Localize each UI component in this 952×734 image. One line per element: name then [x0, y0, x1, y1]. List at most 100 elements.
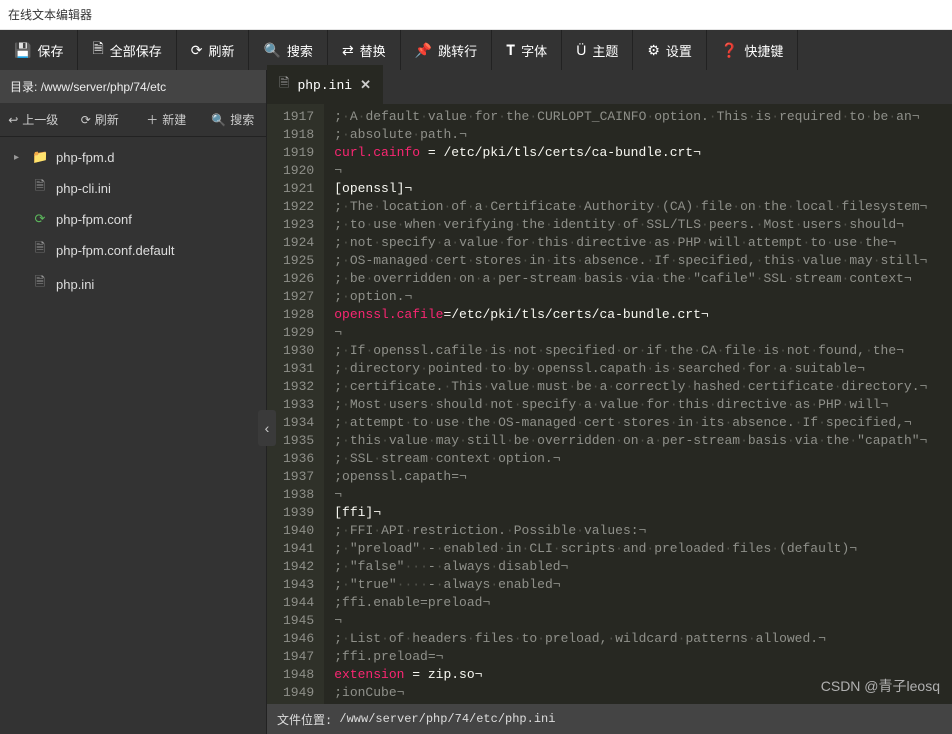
theme-button[interactable]: Ü主题 — [562, 30, 633, 70]
line-number: 1943 — [283, 576, 314, 594]
sidebar-collapse-handle[interactable]: ‹ — [258, 410, 276, 446]
up-level-button[interactable]: ↩上一级 — [0, 103, 67, 136]
directory-label: 目录: — [10, 80, 37, 94]
goto-icon: 📌 — [415, 42, 432, 59]
code-line: ;·A·default·value·for·the·CURLOPT_CAINFO… — [334, 108, 942, 126]
code-line: openssl.cafile=/etc/pki/tls/certs/ca-bun… — [334, 306, 942, 324]
line-number: 1919 — [283, 144, 314, 162]
line-number: 1927 — [283, 288, 314, 306]
line-number: 1917 — [283, 108, 314, 126]
line-number: 1923 — [283, 216, 314, 234]
tree-item-label: php-fpm.conf.default — [56, 243, 175, 258]
up-icon: ↩ — [8, 113, 18, 127]
save-all-button[interactable]: 🗎全部保存 — [78, 30, 176, 70]
refresh-icon: ⟳ — [81, 113, 91, 127]
line-number: 1941 — [283, 540, 314, 558]
search-icon: 🔍 — [211, 113, 226, 127]
tree-item-php-cli-ini[interactable]: 🗎 php-cli.ini — [0, 171, 266, 205]
line-number: 1928 — [283, 306, 314, 324]
code-line: ;·to·use·when·verifying·the·identity·of·… — [334, 216, 942, 234]
code-line: ;·not·specify·a·value·for·this·directive… — [334, 234, 942, 252]
code-line: ;·"false"···-·always·disabled¬ — [334, 558, 942, 576]
code-line: ;·OS-managed·cert·stores·in·its·absence.… — [334, 252, 942, 270]
line-number: 1945 — [283, 612, 314, 630]
tab-php-ini[interactable]: 🗎 php.ini ✕ — [267, 65, 383, 104]
code-line: [ffi]¬ — [334, 504, 942, 522]
editor-area: 🗎 php.ini ✕ 1917191819191920192119221923… — [267, 70, 952, 734]
directory-path: /www/server/php/74/etc — [41, 80, 166, 94]
font-button[interactable]: 𝐓字体 — [492, 30, 562, 70]
code-line: ¬ — [334, 612, 942, 630]
code-viewport[interactable]: 1917191819191920192119221923192419251926… — [267, 104, 952, 704]
replace-button[interactable]: ⇄替换 — [328, 30, 401, 70]
line-number: 1933 — [283, 396, 314, 414]
watermark: CSDN @青子leosq — [821, 676, 940, 696]
main-toolbar: 💾保存 🗎全部保存 ⟳刷新 🔍搜索 ⇄替换 📌跳转行 𝐓字体 Ü主题 ⚙设置 ❓… — [0, 30, 952, 70]
file-icon: 🗎 — [279, 74, 289, 96]
code-line: ;·be·overridden·on·a·per-stream·basis·vi… — [334, 270, 942, 288]
goto-line-button[interactable]: 📌跳转行 — [401, 30, 492, 70]
line-number: 1926 — [283, 270, 314, 288]
line-number: 1934 — [283, 414, 314, 432]
line-number: 1930 — [283, 342, 314, 360]
line-number: 1921 — [283, 180, 314, 198]
search-button[interactable]: 🔍搜索 — [249, 30, 327, 70]
code-line: ;·option.¬ — [334, 288, 942, 306]
shortcuts-button[interactable]: ❓快捷键 — [707, 30, 798, 70]
tree-item-php-ini[interactable]: 🗎 php.ini — [0, 267, 266, 301]
refresh-button[interactable]: ⟳刷新 — [177, 30, 250, 70]
settings-button[interactable]: ⚙设置 — [633, 30, 707, 70]
line-number: 1940 — [283, 522, 314, 540]
app-title: 在线文本编辑器 — [0, 0, 952, 30]
sidebar: 目录: /www/server/php/74/etc ↩上一级 ⟳刷新 ＋新建 … — [0, 70, 267, 734]
save-button[interactable]: 💾保存 — [0, 30, 78, 70]
tree-item-label: php-cli.ini — [56, 181, 111, 196]
tree-item-label: php.ini — [56, 277, 94, 292]
line-number: 1948 — [283, 666, 314, 684]
line-number: 1942 — [283, 558, 314, 576]
code-content[interactable]: ;·A·default·value·for·the·CURLOPT_CAINFO… — [324, 104, 952, 704]
sync-icon: ⟳ — [32, 211, 48, 227]
code-line: ¬ — [334, 162, 942, 180]
file-tree: ▸📁php-fpm.d🗎php-cli.ini⟳php-fpm.conf🗎php… — [0, 137, 266, 734]
code-line: ;·"preload"·-·enabled·in·CLI·scripts·and… — [334, 540, 942, 558]
help-icon: ❓ — [721, 42, 738, 59]
sidebar-search-button[interactable]: 🔍搜索 — [200, 103, 267, 136]
search-icon: 🔍 — [263, 42, 280, 59]
line-gutter: 1917191819191920192119221923192419251926… — [267, 104, 324, 704]
tree-item-php-fpm-d[interactable]: ▸📁php-fpm.d — [0, 143, 266, 171]
file-icon: 🗎 — [32, 273, 48, 295]
code-line: ;·FFI·API·restriction.·Possible·values:¬ — [334, 522, 942, 540]
tree-item-label: php-fpm.conf — [56, 212, 132, 227]
line-number: 1922 — [283, 198, 314, 216]
code-line: ;·List·of·headers·files·to·preload,·wild… — [334, 630, 942, 648]
code-line: curl.cainfo = /etc/pki/tls/certs/ca-bund… — [334, 144, 942, 162]
code-line: ;ffi.preload=¬ — [334, 648, 942, 666]
folder-icon: 📁 — [32, 149, 48, 165]
theme-icon: Ü — [576, 42, 586, 58]
tab-label: php.ini — [297, 78, 352, 93]
line-number: 1935 — [283, 432, 314, 450]
code-line: [openssl]¬ — [334, 180, 942, 198]
font-icon: 𝐓 — [506, 42, 515, 59]
sidebar-toolbar: ↩上一级 ⟳刷新 ＋新建 🔍搜索 — [0, 103, 266, 137]
code-line: ;·"true"····-·always·enabled¬ — [334, 576, 942, 594]
file-icon: 🗎 — [32, 177, 48, 199]
code-line: ;·attempt·to·use·the·OS-managed·cert·sto… — [334, 414, 942, 432]
line-number: 1929 — [283, 324, 314, 342]
new-file-button[interactable]: ＋新建 — [133, 103, 200, 136]
status-label: 文件位置: — [277, 711, 332, 728]
tree-item-php-fpm-conf-default[interactable]: 🗎php-fpm.conf.default — [0, 233, 266, 267]
caret-icon: ▸ — [14, 152, 24, 163]
gear-icon: ⚙ — [647, 42, 660, 59]
line-number: 1944 — [283, 594, 314, 612]
line-number: 1946 — [283, 630, 314, 648]
close-icon[interactable]: ✕ — [360, 78, 371, 93]
line-number: 1918 — [283, 126, 314, 144]
sidebar-refresh-button[interactable]: ⟳刷新 — [67, 103, 134, 136]
tree-item-php-fpm-conf[interactable]: ⟳ php-fpm.conf — [0, 205, 266, 233]
line-number: 1924 — [283, 234, 314, 252]
code-line: ;·Most·users·should·not·specify·a·value·… — [334, 396, 942, 414]
line-number: 1925 — [283, 252, 314, 270]
code-line: ;ffi.enable=preload¬ — [334, 594, 942, 612]
